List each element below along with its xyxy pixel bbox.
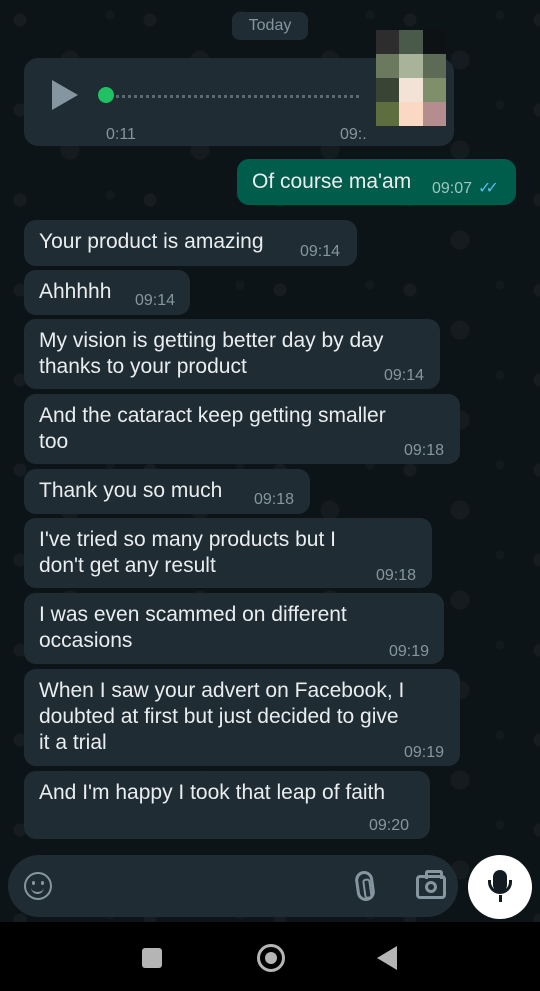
double-check-icon: ✓✓ xyxy=(478,180,499,197)
outgoing-message[interactable]: Of course ma'am 09:07 ✓✓ xyxy=(237,159,516,205)
home-icon[interactable] xyxy=(257,944,285,972)
incoming-message[interactable]: And the cataract keep getting smaller to… xyxy=(24,394,460,464)
camera-icon[interactable] xyxy=(416,870,446,899)
message-text: I was even scammed on different occasion… xyxy=(39,603,347,652)
message-text: And the cataract keep getting smaller to… xyxy=(39,404,386,453)
message-time: 09:14 xyxy=(384,367,425,384)
mic-icon xyxy=(488,870,512,902)
message-time: 09:07 ✓✓ xyxy=(432,180,499,197)
back-icon[interactable] xyxy=(377,946,397,970)
incoming-message[interactable]: I was even scammed on different occasion… xyxy=(24,593,444,664)
incoming-message[interactable]: And I'm happy I took that leap of faith … xyxy=(24,771,430,839)
message-time: 09:20 xyxy=(369,817,410,834)
sender-avatar[interactable] xyxy=(376,30,446,126)
message-time: 09:18 xyxy=(404,442,445,459)
message-time: 09:14 xyxy=(300,243,341,260)
incoming-message[interactable]: Ahhhhh 09:14 xyxy=(24,270,190,315)
message-time: 09:14 xyxy=(135,292,176,309)
incoming-message[interactable]: Thank you so much 09:18 xyxy=(24,469,310,514)
message-time: 09:. xyxy=(340,126,367,143)
date-separator: Today xyxy=(232,12,308,40)
message-time: 09:19 xyxy=(389,643,430,660)
recents-icon[interactable] xyxy=(142,948,162,968)
incoming-message[interactable]: My vision is getting better day by day t… xyxy=(24,319,440,389)
paperclip-icon[interactable] xyxy=(354,869,376,903)
message-text: I've tried so many products but I don't … xyxy=(39,528,336,577)
incoming-message[interactable]: When I saw your advert on Facebook, I do… xyxy=(24,669,460,766)
message-time: 09:18 xyxy=(254,491,295,508)
incoming-message[interactable]: Your product is amazing 09:14 xyxy=(24,220,357,266)
sticker-icon[interactable] xyxy=(24,872,52,900)
message-text: When I saw your advert on Facebook, I do… xyxy=(39,679,405,754)
message-time: 09:19 xyxy=(404,744,445,761)
mic-button[interactable] xyxy=(468,855,532,919)
message-time: 09:18 xyxy=(376,567,417,584)
message-text: And I'm happy I took that leap of faith xyxy=(39,781,386,804)
audio-progress-thumb[interactable] xyxy=(98,87,114,103)
play-icon[interactable] xyxy=(52,80,78,110)
voice-duration: 0:11 xyxy=(106,126,136,143)
message-text: My vision is getting better day by day t… xyxy=(39,329,384,378)
audio-waveform[interactable] xyxy=(104,95,359,98)
system-navigation-bar xyxy=(0,922,540,991)
incoming-message[interactable]: I've tried so many products but I don't … xyxy=(24,518,432,588)
message-input-bar[interactable] xyxy=(8,855,458,917)
